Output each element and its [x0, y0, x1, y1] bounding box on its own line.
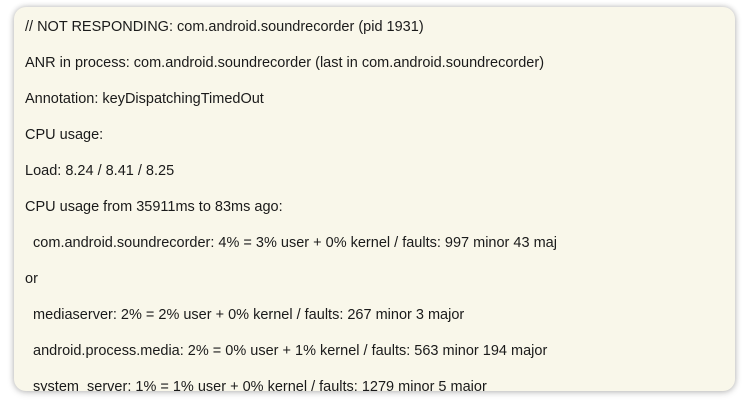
- log-line: CPU usage:: [25, 127, 104, 143]
- log-line: ANR in process: com.android.soundrecorde…: [25, 55, 545, 71]
- log-line: mediaserver: 2% = 2% user + 0% kernel / …: [25, 307, 465, 323]
- anr-log-text: // NOT RESPONDING: com.android.soundreco…: [25, 7, 735, 391]
- log-line: android.process.media: 2% = 0% user + 1%…: [25, 343, 548, 359]
- log-viewer-panel: // NOT RESPONDING: com.android.soundreco…: [14, 7, 735, 391]
- log-line: // NOT RESPONDING: com.android.soundreco…: [25, 19, 424, 35]
- log-line: com.android.soundrecorder: 4% = 3% user …: [25, 235, 557, 251]
- log-line: Load: 8.24 / 8.41 / 8.25: [25, 163, 175, 179]
- log-line: CPU usage from 35911ms to 83ms ago:: [25, 199, 283, 215]
- log-line: Annotation: keyDispatchingTimedOut: [25, 91, 264, 107]
- log-line: or: [25, 271, 38, 287]
- log-line: system_server: 1% = 1% user + 0% kernel …: [25, 379, 487, 391]
